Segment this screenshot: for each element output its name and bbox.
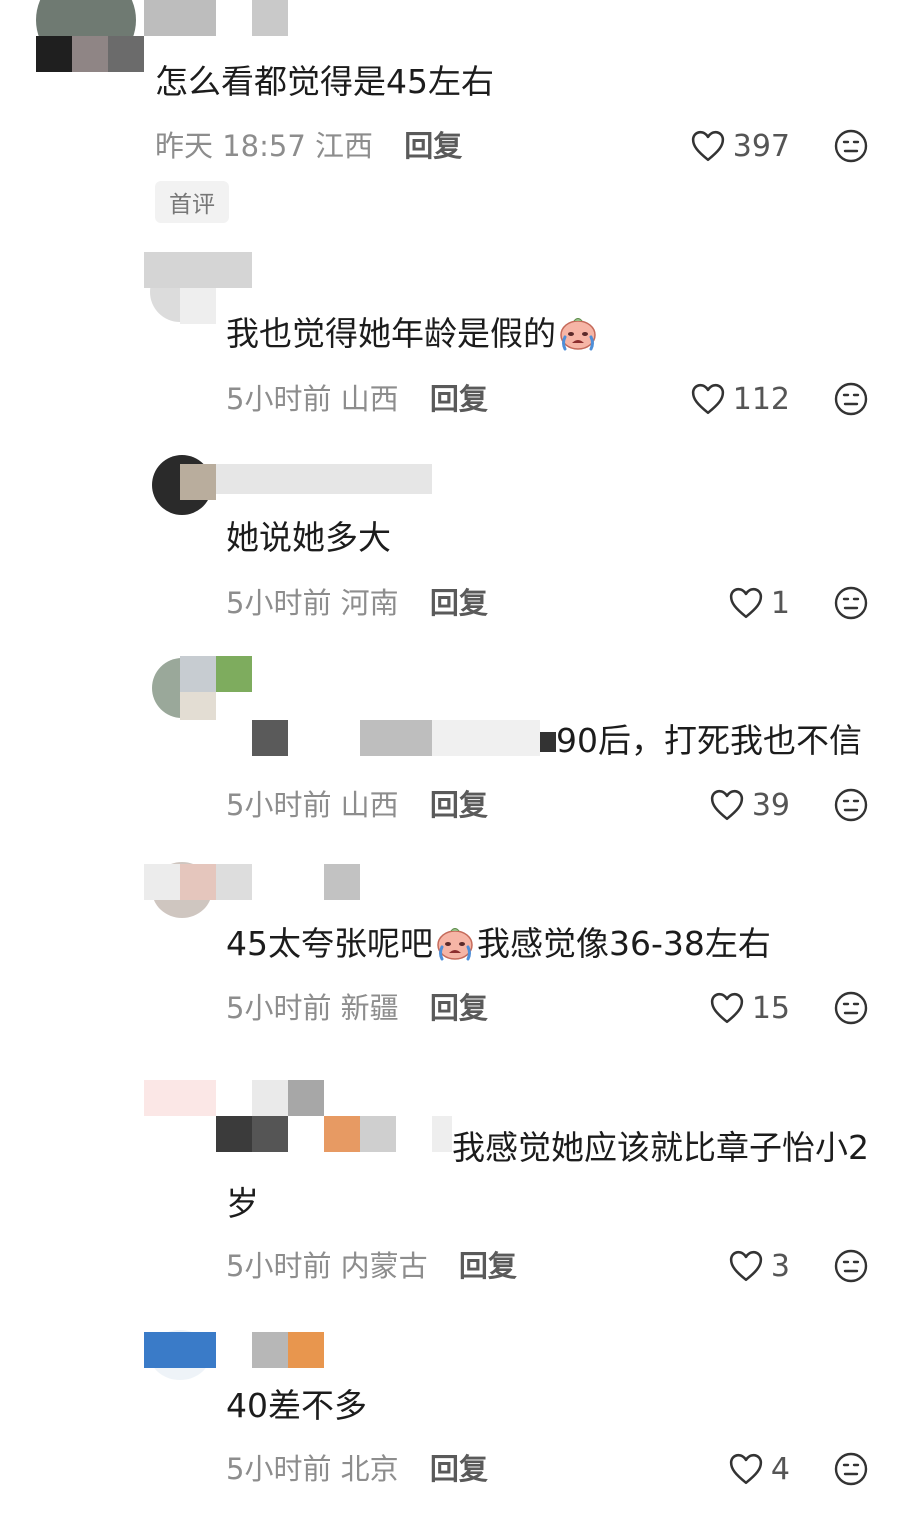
censored-username — [324, 864, 360, 900]
comment-text-part1: 45太夸张呢吧 — [226, 924, 433, 963]
heart-outline-icon — [710, 992, 744, 1024]
neutral-face-icon[interactable] — [834, 382, 868, 416]
comment-meta: 5小时前 北京 回复 — [226, 1449, 488, 1489]
neutral-face-icon[interactable] — [834, 991, 868, 1025]
censored-username — [144, 0, 216, 36]
censored-username — [144, 1080, 216, 1116]
comment-time: 5小时前 — [226, 382, 332, 416]
like-count: 39 — [751, 787, 790, 823]
heart-outline-icon — [729, 1250, 763, 1282]
comment-location: 内蒙古 — [340, 1249, 428, 1283]
like-button[interactable]: 15 — [710, 988, 790, 1028]
comment-time: 5小时前 — [226, 788, 332, 822]
censored-text — [252, 1116, 288, 1152]
like-button[interactable]: 1 — [729, 583, 790, 623]
comment-meta: 5小时前 山西 回复 — [226, 785, 488, 825]
comment-meta: 5小时前 新疆 回复 — [226, 988, 488, 1028]
comment-meta: 5小时前 内蒙古 回复 — [226, 1246, 517, 1286]
censored-username — [252, 1332, 288, 1368]
comment-location: 北京 — [340, 1452, 399, 1486]
comment-time: 5小时前 — [226, 991, 332, 1025]
like-count: 112 — [732, 381, 790, 417]
censored-username — [180, 656, 216, 692]
censored-text — [216, 1116, 252, 1152]
comment-text-part2: 我感觉像36-38左右 — [477, 924, 771, 963]
censored-username — [252, 1080, 288, 1116]
crying-face-emoji — [558, 315, 598, 351]
censored-username — [180, 464, 216, 500]
censored-username — [144, 252, 252, 288]
heart-outline-icon — [729, 587, 763, 619]
censored-text — [324, 1116, 360, 1152]
comment-text-line: 45太夸张呢吧 我感觉像36-38左右 — [226, 924, 771, 964]
heart-outline-icon — [691, 383, 725, 415]
first-comment-badge: 首评 — [155, 181, 229, 223]
like-button[interactable]: 112 — [691, 379, 790, 419]
censored-text — [252, 720, 288, 756]
neutral-face-icon[interactable] — [834, 586, 868, 620]
heart-outline-icon — [710, 789, 744, 821]
like-button[interactable]: 3 — [729, 1246, 790, 1286]
censored-username — [216, 656, 252, 692]
comment-location: 山西 — [340, 788, 399, 822]
censored-username — [144, 1332, 216, 1368]
comment-time: 昨天 18:57 — [155, 129, 306, 163]
comment-location: 山西 — [340, 382, 399, 416]
censored-text — [432, 720, 540, 756]
reply-button[interactable]: 回复 — [430, 788, 488, 822]
censored-username — [180, 864, 216, 900]
censored-username — [180, 288, 216, 324]
reply-button[interactable]: 回复 — [459, 1249, 517, 1283]
comment-location: 新疆 — [340, 991, 399, 1025]
reply-button[interactable]: 回复 — [430, 991, 488, 1025]
crying-face-emoji — [435, 925, 475, 961]
comment-text-line: 我也觉得她年龄是假的 — [226, 314, 600, 354]
reply-button[interactable]: 回复 — [430, 586, 488, 620]
comment-text: 90后，打死我也不信 — [556, 721, 862, 760]
censored-text — [360, 1116, 396, 1152]
like-count: 15 — [751, 990, 790, 1026]
comment-meta: 昨天 18:57 江西 回复 — [155, 126, 462, 166]
comment-location: 江西 — [315, 129, 374, 163]
like-button[interactable]: 397 — [691, 126, 790, 166]
censored-username — [108, 36, 144, 72]
like-count: 3 — [770, 1248, 790, 1284]
comment-meta: 5小时前 河南 回复 — [226, 583, 488, 623]
like-count: 397 — [732, 128, 790, 164]
comment-text: 我感觉她应该就比章子怡小2 — [452, 1128, 869, 1167]
comment-meta: 5小时前 山西 回复 — [226, 379, 488, 419]
heart-outline-icon — [729, 1453, 763, 1485]
neutral-face-icon[interactable] — [834, 1452, 868, 1486]
comment-time: 5小时前 — [226, 1452, 332, 1486]
censored-text — [432, 1116, 452, 1152]
censored-text — [360, 720, 432, 756]
censored-username — [72, 36, 108, 72]
censored-username — [288, 1080, 324, 1116]
comment-time: 5小时前 — [226, 586, 332, 620]
censored-username — [216, 464, 432, 494]
comment-location: 河南 — [340, 586, 399, 620]
neutral-face-icon[interactable] — [834, 1249, 868, 1283]
censored-username — [216, 864, 252, 900]
comment-text-continued: 岁 — [226, 1184, 259, 1223]
reply-button[interactable]: 回复 — [430, 1452, 488, 1486]
comment-text: 40差不多 — [226, 1386, 367, 1425]
like-count: 1 — [770, 585, 790, 621]
like-button[interactable]: 4 — [729, 1449, 790, 1489]
heart-outline-icon — [691, 130, 725, 162]
censored-username — [288, 1332, 324, 1368]
censored-username — [252, 0, 288, 36]
censored-username — [36, 36, 72, 72]
like-button[interactable]: 39 — [710, 785, 790, 825]
neutral-face-icon[interactable] — [834, 788, 868, 822]
comment-text: 我也觉得她年龄是假的 — [226, 314, 556, 353]
censored-text — [540, 732, 556, 752]
neutral-face-icon[interactable] — [834, 129, 868, 163]
comment-text: 她说她多大 — [226, 518, 391, 557]
reply-button[interactable]: 回复 — [430, 382, 488, 416]
like-count: 4 — [770, 1451, 790, 1487]
comment-time: 5小时前 — [226, 1249, 332, 1283]
comment-text: 怎么看都觉得是45左右 — [155, 62, 494, 101]
reply-button[interactable]: 回复 — [404, 129, 462, 163]
